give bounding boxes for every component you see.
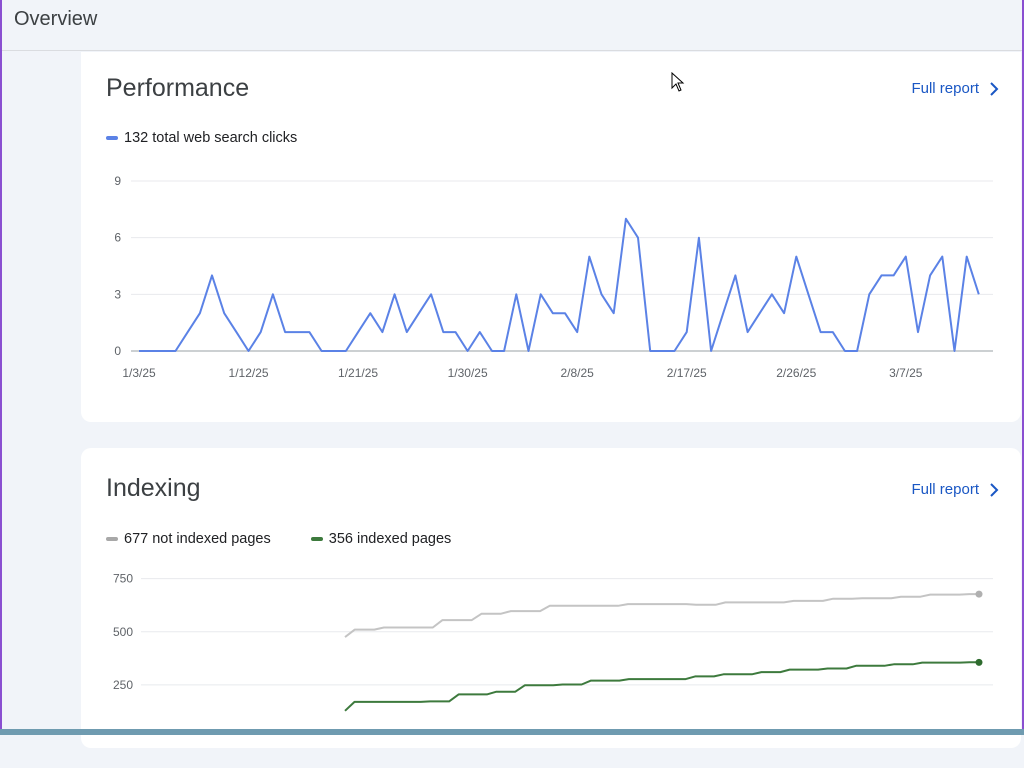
indexing-card: Indexing Full report 677 not indexed pag… (81, 448, 1021, 748)
x-tick-label: 1/21/25 (338, 366, 378, 380)
legend-swatch (106, 136, 118, 140)
x-tick-label: 2/8/25 (560, 366, 594, 380)
legend-label: 356 indexed pages (328, 531, 452, 547)
x-tick-label: 1/3/25 (122, 366, 156, 380)
series-line-indexed (344, 661, 979, 712)
series-line-not-indexed (344, 593, 979, 638)
performance-card: Performance Full report 132 total web se… (81, 52, 1021, 422)
page-title: Overview (14, 8, 98, 30)
legend-item-not-indexed[interactable]: 677 not indexed pages (106, 531, 271, 547)
x-tick-label: 1/12/25 (229, 366, 269, 380)
x-tick-label: 3/7/25 (889, 366, 923, 380)
indexing-full-report-link[interactable]: Full report (911, 481, 999, 498)
overview-header: Overview (2, 0, 1022, 51)
full-report-label: Full report (911, 80, 979, 97)
y-tick-label: 750 (113, 572, 133, 586)
performance-title: Performance (106, 74, 250, 102)
window-border-left (0, 0, 2, 735)
series-line-clicks (139, 217, 980, 352)
legend-label: 132 total web search clicks (124, 130, 298, 146)
series-endpoint-not-indexed (975, 590, 983, 598)
full-report-label: Full report (911, 481, 979, 498)
legend-swatch (310, 537, 323, 541)
chevron-right-icon (990, 482, 999, 497)
x-tick-label: 2/26/25 (776, 366, 816, 380)
x-tick-label: 1/30/25 (448, 366, 488, 380)
indexing-legend: 677 not indexed pages 356 indexed pages (106, 531, 451, 547)
taskbar-edge (0, 729, 1024, 735)
legend-label: 677 not indexed pages (124, 531, 271, 547)
y-tick-label: 250 (113, 678, 133, 692)
x-tick-label: 2/17/25 (667, 366, 707, 380)
mouse-cursor-icon (671, 72, 685, 92)
legend-item-indexed[interactable]: 356 indexed pages (310, 531, 452, 547)
y-tick-label: 0 (114, 344, 121, 358)
chevron-right-icon (990, 81, 999, 96)
y-tick-label: 9 (114, 174, 121, 188)
legend-swatch (106, 537, 118, 541)
y-tick-label: 3 (114, 287, 121, 301)
indexing-title: Indexing (106, 474, 201, 502)
y-tick-label: 6 (114, 231, 121, 245)
series-endpoint-indexed (975, 658, 983, 666)
performance-chart: 0 3 6 9 1/3/25 1/12/25 1/21/25 1/30/25 2/8/25 2/1… (114, 174, 993, 380)
y-tick-label: 500 (113, 625, 133, 639)
performance-legend: 132 total web search clicks (106, 130, 297, 146)
indexing-chart: 250 500 750 (113, 572, 993, 712)
performance-full-report-link[interactable]: Full report (911, 80, 999, 97)
legend-item-clicks[interactable]: 132 total web search clicks (106, 130, 297, 146)
